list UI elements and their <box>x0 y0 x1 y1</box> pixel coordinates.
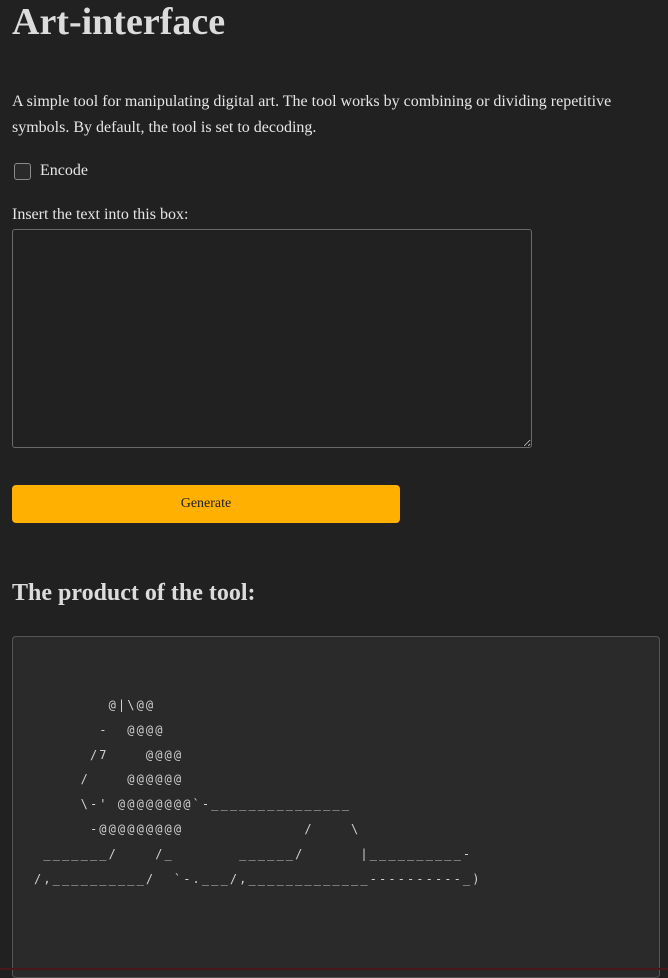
description: A simple tool for manipulating digital a… <box>12 93 612 136</box>
text-input[interactable] <box>12 229 532 448</box>
input-label: Insert the text into this box: <box>12 206 189 223</box>
encode-toggle[interactable]: Encode <box>14 162 88 180</box>
encode-checkbox[interactable] <box>14 162 31 180</box>
output-box: @|\@@ - @@@@ /7 @@@@ / @@@@@@ \-' @@@@@@… <box>12 636 660 978</box>
encode-label: Encode <box>40 162 88 179</box>
page-title: Art-interface <box>12 1 226 43</box>
output-heading: The product of the tool: <box>12 580 256 606</box>
ascii-art-output: @|\@@ - @@@@ /7 @@@@ / @@@@@@ \-' @@@@@@… <box>34 698 482 886</box>
generate-button[interactable]: Generate <box>12 485 400 523</box>
